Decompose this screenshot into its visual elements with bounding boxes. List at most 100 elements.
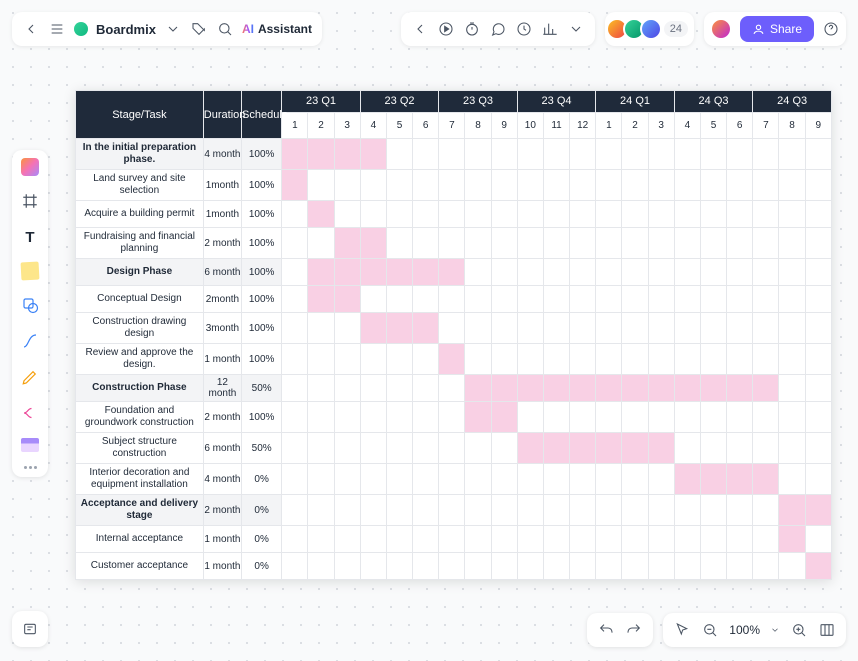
gantt-cell [570, 495, 596, 526]
gantt-cell [334, 495, 360, 526]
share-button[interactable]: Share [740, 16, 814, 42]
gantt-cell [648, 464, 674, 495]
gantt-cell [753, 228, 779, 259]
gantt-row[interactable]: Design Phase6 month100% [76, 259, 832, 286]
back-icon[interactable] [22, 20, 40, 38]
gantt-row[interactable]: Review and approve the design.1 month100… [76, 344, 832, 375]
gantt-row[interactable]: Acquire a building permit1month100% [76, 201, 832, 228]
quarter-header: 24 Q3 [753, 91, 832, 113]
help-icon[interactable] [822, 20, 840, 38]
shapes-tool-icon[interactable] [21, 158, 39, 176]
gantt-cell [439, 313, 465, 344]
chart-icon[interactable] [541, 20, 559, 38]
map-view-icon[interactable] [818, 621, 836, 639]
tag-icon[interactable] [190, 20, 208, 38]
zoom-in-icon[interactable] [790, 621, 808, 639]
undo-icon[interactable] [597, 621, 615, 639]
gantt-cell [543, 402, 569, 433]
gantt-cell [753, 139, 779, 170]
play-icon[interactable] [437, 20, 455, 38]
gantt-cell [622, 344, 648, 375]
gantt-cell [543, 201, 569, 228]
connector-tool-icon[interactable] [19, 330, 41, 352]
brand-name[interactable]: Boardmix [96, 22, 156, 37]
sticky-note-tool-icon[interactable] [21, 262, 40, 281]
zoom-out-icon[interactable] [701, 621, 719, 639]
gantt-cell [491, 526, 517, 553]
comment-icon[interactable] [489, 20, 507, 38]
schedule-cell: 100% [242, 286, 282, 313]
gantt-cell [779, 433, 805, 464]
minimap-button[interactable] [12, 611, 48, 647]
col-stage-task: Stage/Task [76, 91, 204, 139]
gantt-row[interactable]: Conceptual Design2month100% [76, 286, 832, 313]
gantt-cell [727, 313, 753, 344]
gantt-cell [805, 313, 831, 344]
shape-tool-icon[interactable] [19, 294, 41, 316]
frame-tool-icon[interactable] [19, 190, 41, 212]
gantt-row[interactable]: Construction drawing design3month100% [76, 313, 832, 344]
gantt-row[interactable]: Fundraising and financial planning2 mont… [76, 228, 832, 259]
collaborators-group: 24 [605, 12, 694, 46]
gantt-cell [674, 526, 700, 553]
gantt-cell [727, 526, 753, 553]
gantt-cell [386, 402, 412, 433]
gantt-cell [596, 375, 622, 402]
gantt-cell [386, 313, 412, 344]
text-tool-icon[interactable]: T [19, 226, 41, 248]
gantt-cell [491, 170, 517, 201]
zoom-chevron-icon[interactable] [770, 621, 780, 639]
gantt-cell [700, 344, 726, 375]
gantt-cell [308, 259, 334, 286]
chevron-down-icon[interactable] [164, 20, 182, 38]
gantt-cell [570, 464, 596, 495]
zoom-level[interactable]: 100% [729, 623, 760, 637]
gantt-cell [517, 139, 543, 170]
gantt-cell [282, 526, 308, 553]
pen-tool-icon[interactable] [19, 366, 41, 388]
pointer-icon[interactable] [673, 621, 691, 639]
gantt-cell [491, 228, 517, 259]
duration-cell: 6 month [203, 433, 241, 464]
template-tool-icon[interactable] [21, 438, 39, 452]
gantt-chart[interactable]: Stage/Task Duration Schedule 23 Q1 23 Q2… [75, 90, 832, 580]
gantt-cell [779, 553, 805, 580]
gantt-row[interactable]: Land survey and site selection1month100% [76, 170, 832, 201]
gantt-row[interactable]: Construction Phase12 month50% [76, 375, 832, 402]
gantt-row[interactable]: Acceptance and delivery stage2 month0% [76, 495, 832, 526]
gantt-row[interactable]: Subject structure construction6 month50% [76, 433, 832, 464]
gantt-cell [308, 228, 334, 259]
menu-icon[interactable] [48, 20, 66, 38]
gantt-cell [648, 286, 674, 313]
ai-assistant-button[interactable]: AI Assistant [242, 22, 312, 36]
gantt-row[interactable]: Customer acceptance1 month0% [76, 553, 832, 580]
timer-icon[interactable] [463, 20, 481, 38]
history-icon[interactable] [515, 20, 533, 38]
gantt-cell [700, 464, 726, 495]
redo-icon[interactable] [625, 621, 643, 639]
more-tools-icon[interactable] [24, 466, 37, 469]
gantt-cell [334, 402, 360, 433]
current-user-avatar[interactable] [710, 18, 732, 40]
gantt-cell [465, 495, 491, 526]
gantt-row[interactable]: Interior decoration and equipment instal… [76, 464, 832, 495]
mindmap-tool-icon[interactable] [19, 402, 41, 424]
gantt-cell [648, 344, 674, 375]
gantt-cell [543, 433, 569, 464]
gantt-cell [360, 313, 386, 344]
more-chevron-icon[interactable] [567, 20, 585, 38]
avatar-stack[interactable]: 24 [611, 18, 688, 40]
gantt-row[interactable]: Internal acceptance1 month0% [76, 526, 832, 553]
gantt-cell [779, 526, 805, 553]
gantt-row[interactable]: Foundation and groundwork construction2 … [76, 402, 832, 433]
search-icon[interactable] [216, 20, 234, 38]
gantt-cell [517, 402, 543, 433]
month-header: 9 [491, 112, 517, 138]
gantt-cell [465, 313, 491, 344]
gantt-cell [570, 170, 596, 201]
gantt-cell [334, 526, 360, 553]
gantt-cell [413, 464, 439, 495]
chevron-left-icon[interactable] [411, 20, 429, 38]
gantt-cell [596, 139, 622, 170]
gantt-row[interactable]: In the initial preparation phase.4 month… [76, 139, 832, 170]
